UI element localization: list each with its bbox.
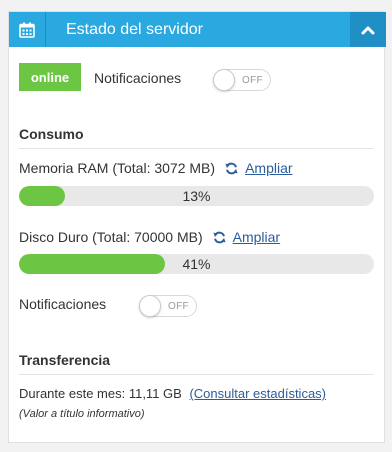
ram-usage-bar: 13% — [19, 186, 374, 206]
disk-row: Disco Duro (Total: 70000 MB) Ampliar — [19, 229, 280, 245]
section-divider — [19, 148, 374, 149]
disk-ampliar-link[interactable]: Ampliar — [233, 229, 280, 245]
section-divider-2 — [19, 374, 374, 375]
ram-row: Memoria RAM (Total: 3072 MB) Ampliar — [19, 160, 293, 176]
refresh-icon[interactable] — [213, 231, 226, 244]
consumo-title: Consumo — [19, 126, 84, 142]
notifications-label-2: Notificaciones — [19, 296, 107, 312]
refresh-icon[interactable] — [225, 162, 238, 175]
ram-usage-percent: 13% — [182, 188, 211, 204]
status-badge: online — [19, 63, 81, 91]
calendar-icon — [19, 22, 35, 38]
toggle-knob — [213, 69, 235, 91]
notifications-label: Notificaciones — [94, 70, 182, 86]
chevron-up-icon — [361, 26, 375, 34]
ram-label: Memoria RAM (Total: 3072 MB) — [19, 160, 216, 176]
notifications-toggle-2[interactable]: OFF — [139, 295, 197, 317]
server-status-panel: Estado del servidor online Notificacione… — [8, 11, 386, 443]
toggle-knob — [139, 295, 161, 317]
toggle-state-label: OFF — [168, 301, 189, 312]
transfer-row: Durante este mes: 11,11 GB (Consultar es… — [19, 386, 326, 401]
collapse-button[interactable] — [350, 12, 386, 47]
header-icon-box — [9, 12, 46, 47]
notifications-toggle[interactable]: OFF — [213, 69, 271, 91]
transfer-month-label: Durante este mes: 11,11 GB — [19, 386, 182, 401]
ram-ampliar-link[interactable]: Ampliar — [245, 160, 292, 176]
toggle-state-label: OFF — [242, 75, 263, 86]
panel-title: Estado del servidor — [66, 21, 203, 38]
stats-link[interactable]: (Consultar estadísticas) — [189, 386, 326, 401]
panel-header: Estado del servidor — [9, 12, 386, 47]
transferencia-title: Transferencia — [19, 352, 111, 368]
disk-usage-percent: 41% — [182, 256, 211, 272]
disk-label: Disco Duro (Total: 70000 MB) — [19, 229, 203, 245]
disk-usage-bar: 41% — [19, 254, 374, 274]
info-note: (Valor a título informativo) — [19, 408, 145, 420]
